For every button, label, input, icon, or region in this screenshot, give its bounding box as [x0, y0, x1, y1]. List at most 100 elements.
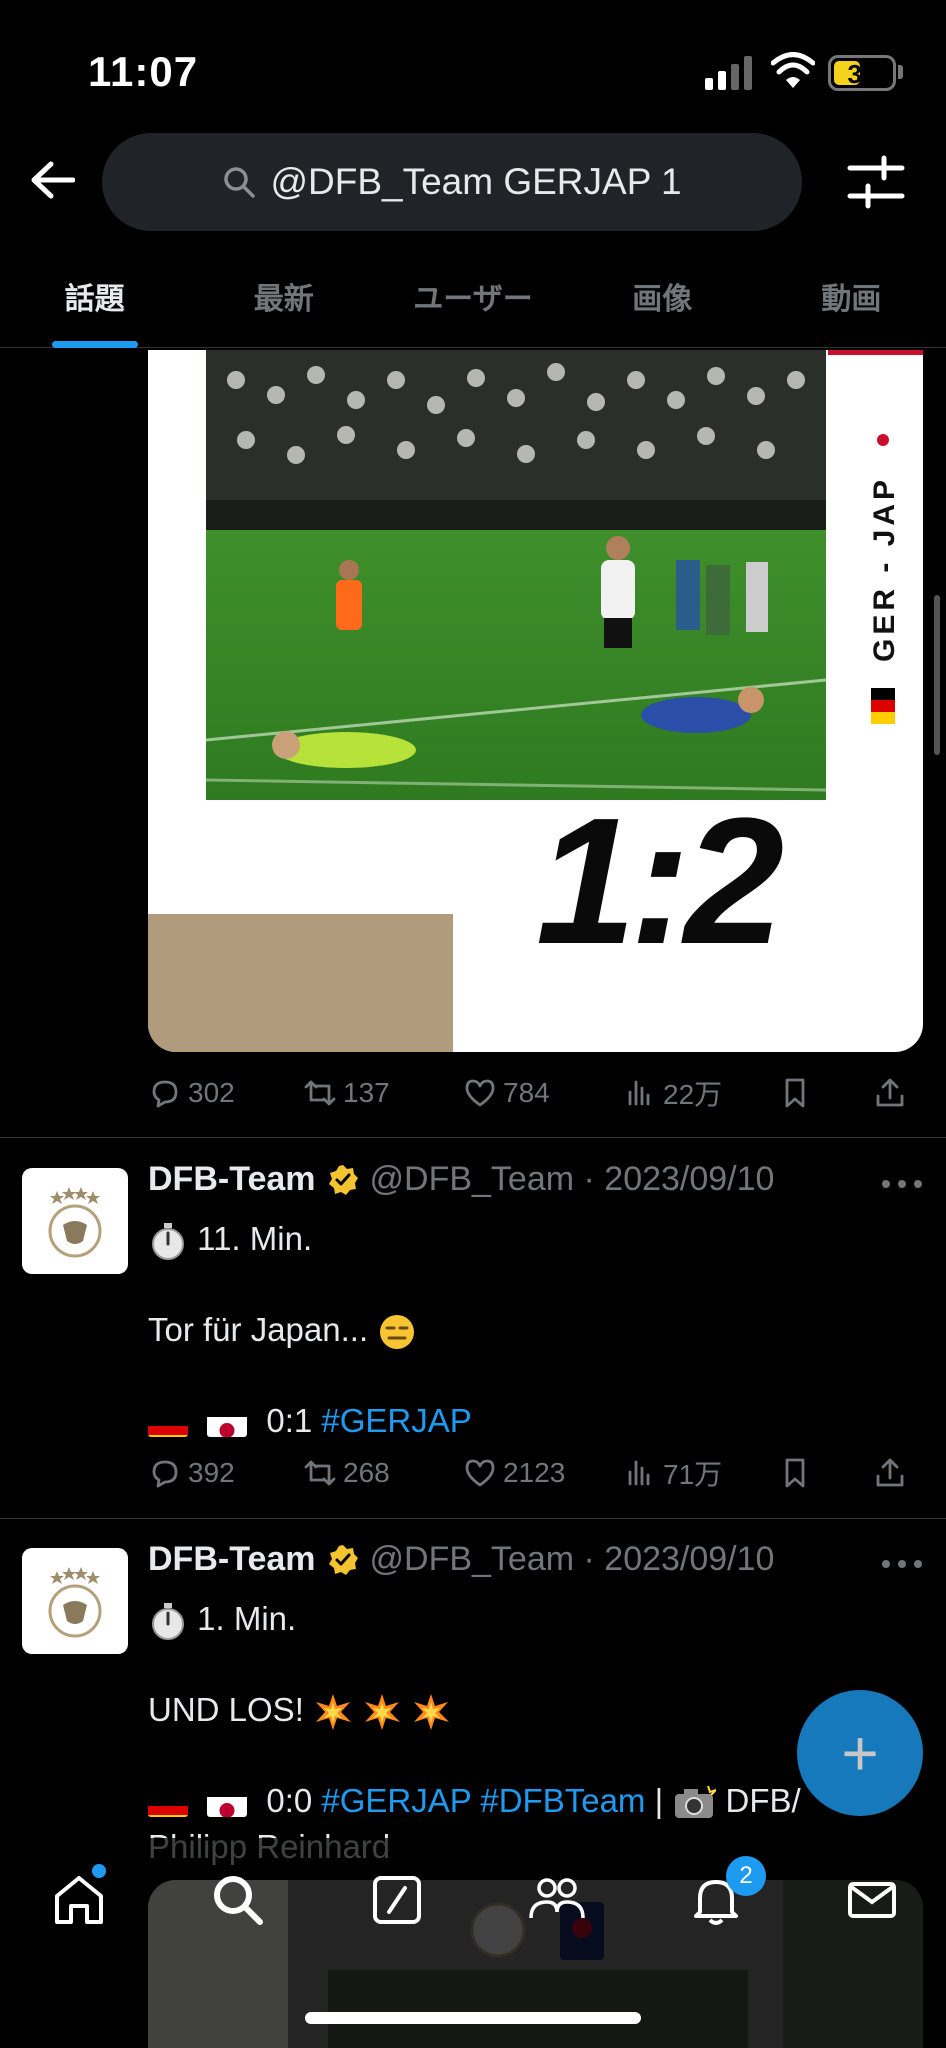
verified-badge-icon: [328, 1164, 358, 1195]
nav-explore[interactable]: [206, 1868, 270, 1932]
battery-icon: 31: [828, 55, 896, 91]
heart-icon: [465, 1079, 495, 1107]
avatar[interactable]: [22, 1168, 128, 1274]
filter-settings-icon[interactable]: [846, 154, 906, 210]
japan-flag-icon: [207, 1790, 248, 1817]
hashtag-link[interactable]: #GERJAP: [321, 1782, 471, 1819]
collision-icon: [316, 1694, 352, 1731]
share-button[interactable]: [873, 1456, 907, 1490]
bookmark-icon: [785, 1078, 805, 1108]
analytics-icon: [628, 1080, 650, 1106]
view-count: 71万: [663, 1459, 723, 1490]
analytics-icon: [628, 1460, 650, 1486]
match-photo: [206, 350, 826, 800]
camera-flash-icon: [675, 1785, 717, 1819]
avatar[interactable]: [22, 1548, 128, 1654]
more-options-icon[interactable]: [880, 1178, 924, 1190]
author-handle-date: @DFB_Team · 2023/09/10: [369, 1540, 775, 1578]
search-icon: [214, 1876, 263, 1925]
author-name[interactable]: DFB-Team: [148, 1540, 316, 1579]
match-label-text: GER - JAP: [868, 476, 901, 662]
tweet-actions: 392 268 2123 71万: [148, 1448, 923, 1498]
compose-tweet-button[interactable]: +: [797, 1690, 923, 1816]
search-tabs: 話題 最新 ユーザー 画像 動画: [0, 250, 946, 348]
wifi-icon: [771, 52, 815, 88]
reply-button[interactable]: 392: [148, 1456, 303, 1490]
tab-latest[interactable]: 最新: [189, 250, 378, 347]
battery-level: 31: [847, 59, 877, 89]
view-count: 22万: [663, 1079, 723, 1110]
verified-badge-icon: [328, 1544, 358, 1575]
back-button[interactable]: [22, 150, 82, 210]
retweet-button[interactable]: 137: [303, 1076, 463, 1110]
tweet-media-image[interactable]: 1:2 GER - JAP: [148, 350, 923, 1052]
home-unread-dot: [92, 1864, 106, 1878]
tweet-text: 1. Min. UND LOS! 0:0 #GERJAP #DFBTeam | …: [148, 1596, 908, 1870]
dfb-logo-icon: [48, 1567, 102, 1638]
dfb-logo-icon: [48, 1187, 102, 1258]
reply-count: 392: [188, 1457, 235, 1488]
tweet-header: DFB-Team @DFB_Team · 2023/09/10: [148, 1160, 774, 1199]
home-icon: [55, 1876, 103, 1924]
mail-icon: [848, 1882, 896, 1918]
share-button[interactable]: [873, 1076, 907, 1110]
share-icon: [876, 1078, 904, 1107]
search-query: @DFB_Team GERJAP 1: [270, 161, 682, 202]
photo-credit: DFB/: [725, 1782, 801, 1819]
japan-flag-icon: [207, 1410, 248, 1437]
tweet-score: 0:1: [266, 1402, 313, 1439]
plus-icon: +: [841, 1717, 879, 1789]
more-options-icon[interactable]: [880, 1558, 924, 1570]
hashtag-link[interactable]: #GERJAP: [321, 1402, 471, 1439]
reply-icon: [152, 1460, 178, 1488]
hashtag-link[interactable]: #DFBTeam: [480, 1782, 645, 1819]
reply-button[interactable]: 302: [148, 1076, 303, 1110]
tab-videos[interactable]: 動画: [757, 250, 946, 347]
cellular-signal-icon: [705, 56, 752, 90]
nav-messages[interactable]: [840, 1868, 904, 1932]
tweet-line: UND LOS!: [148, 1691, 304, 1728]
reply-icon: [152, 1080, 178, 1108]
score-graphic: 1:2: [536, 781, 784, 982]
tweet-minute: 1. Min.: [197, 1600, 297, 1637]
tweet-minute: 11. Min.: [197, 1220, 313, 1257]
communities-icon: [529, 1878, 585, 1919]
nav-communities[interactable]: [525, 1868, 589, 1932]
author-name[interactable]: DFB-Team: [148, 1160, 316, 1199]
retweet-icon: [304, 1460, 336, 1486]
like-button[interactable]: 2123: [463, 1456, 623, 1490]
tweet-line: Tor für Japan...: [148, 1311, 369, 1348]
tab-top[interactable]: 話題: [0, 250, 189, 347]
search-input[interactable]: @DFB_Team GERJAP 1: [102, 133, 802, 231]
retweet-button[interactable]: 268: [303, 1456, 463, 1490]
credit-separator: |: [654, 1782, 664, 1819]
stopwatch-icon: [152, 1223, 184, 1261]
status-bar: 11:07 31: [0, 0, 946, 130]
bookmark-icon: [785, 1458, 805, 1488]
bookmark-button[interactable]: [778, 1076, 873, 1110]
tweet-card[interactable]: DFB-Team @DFB_Team · 2023/09/10 11. Min.…: [0, 1138, 946, 1518]
retweet-count: 268: [343, 1457, 390, 1488]
stopwatch-icon: [152, 1603, 184, 1641]
tweet-header: DFB-Team @DFB_Team · 2023/09/10: [148, 1540, 774, 1579]
nav-grok[interactable]: [365, 1868, 429, 1932]
like-button[interactable]: 784: [463, 1076, 623, 1110]
germany-flag-icon: [148, 1410, 188, 1437]
reply-count: 302: [188, 1077, 235, 1108]
nav-home[interactable]: [47, 1868, 111, 1932]
like-count: 2123: [503, 1457, 566, 1488]
views-button[interactable]: 22万: [623, 1073, 778, 1113]
search-icon: [224, 167, 256, 198]
scrollbar[interactable]: [934, 595, 940, 755]
retweet-icon: [304, 1080, 336, 1106]
heart-icon: [465, 1459, 495, 1487]
home-indicator: [305, 2012, 641, 2024]
like-count: 784: [503, 1077, 550, 1108]
bookmark-button[interactable]: [778, 1456, 873, 1490]
arrow-left-icon: [31, 161, 75, 199]
author-handle-date: @DFB_Team · 2023/09/10: [369, 1160, 775, 1198]
tab-images[interactable]: 画像: [568, 250, 757, 347]
collision-icon: [414, 1694, 450, 1731]
views-button[interactable]: 71万: [623, 1453, 778, 1493]
tab-users[interactable]: ユーザー: [378, 250, 567, 347]
